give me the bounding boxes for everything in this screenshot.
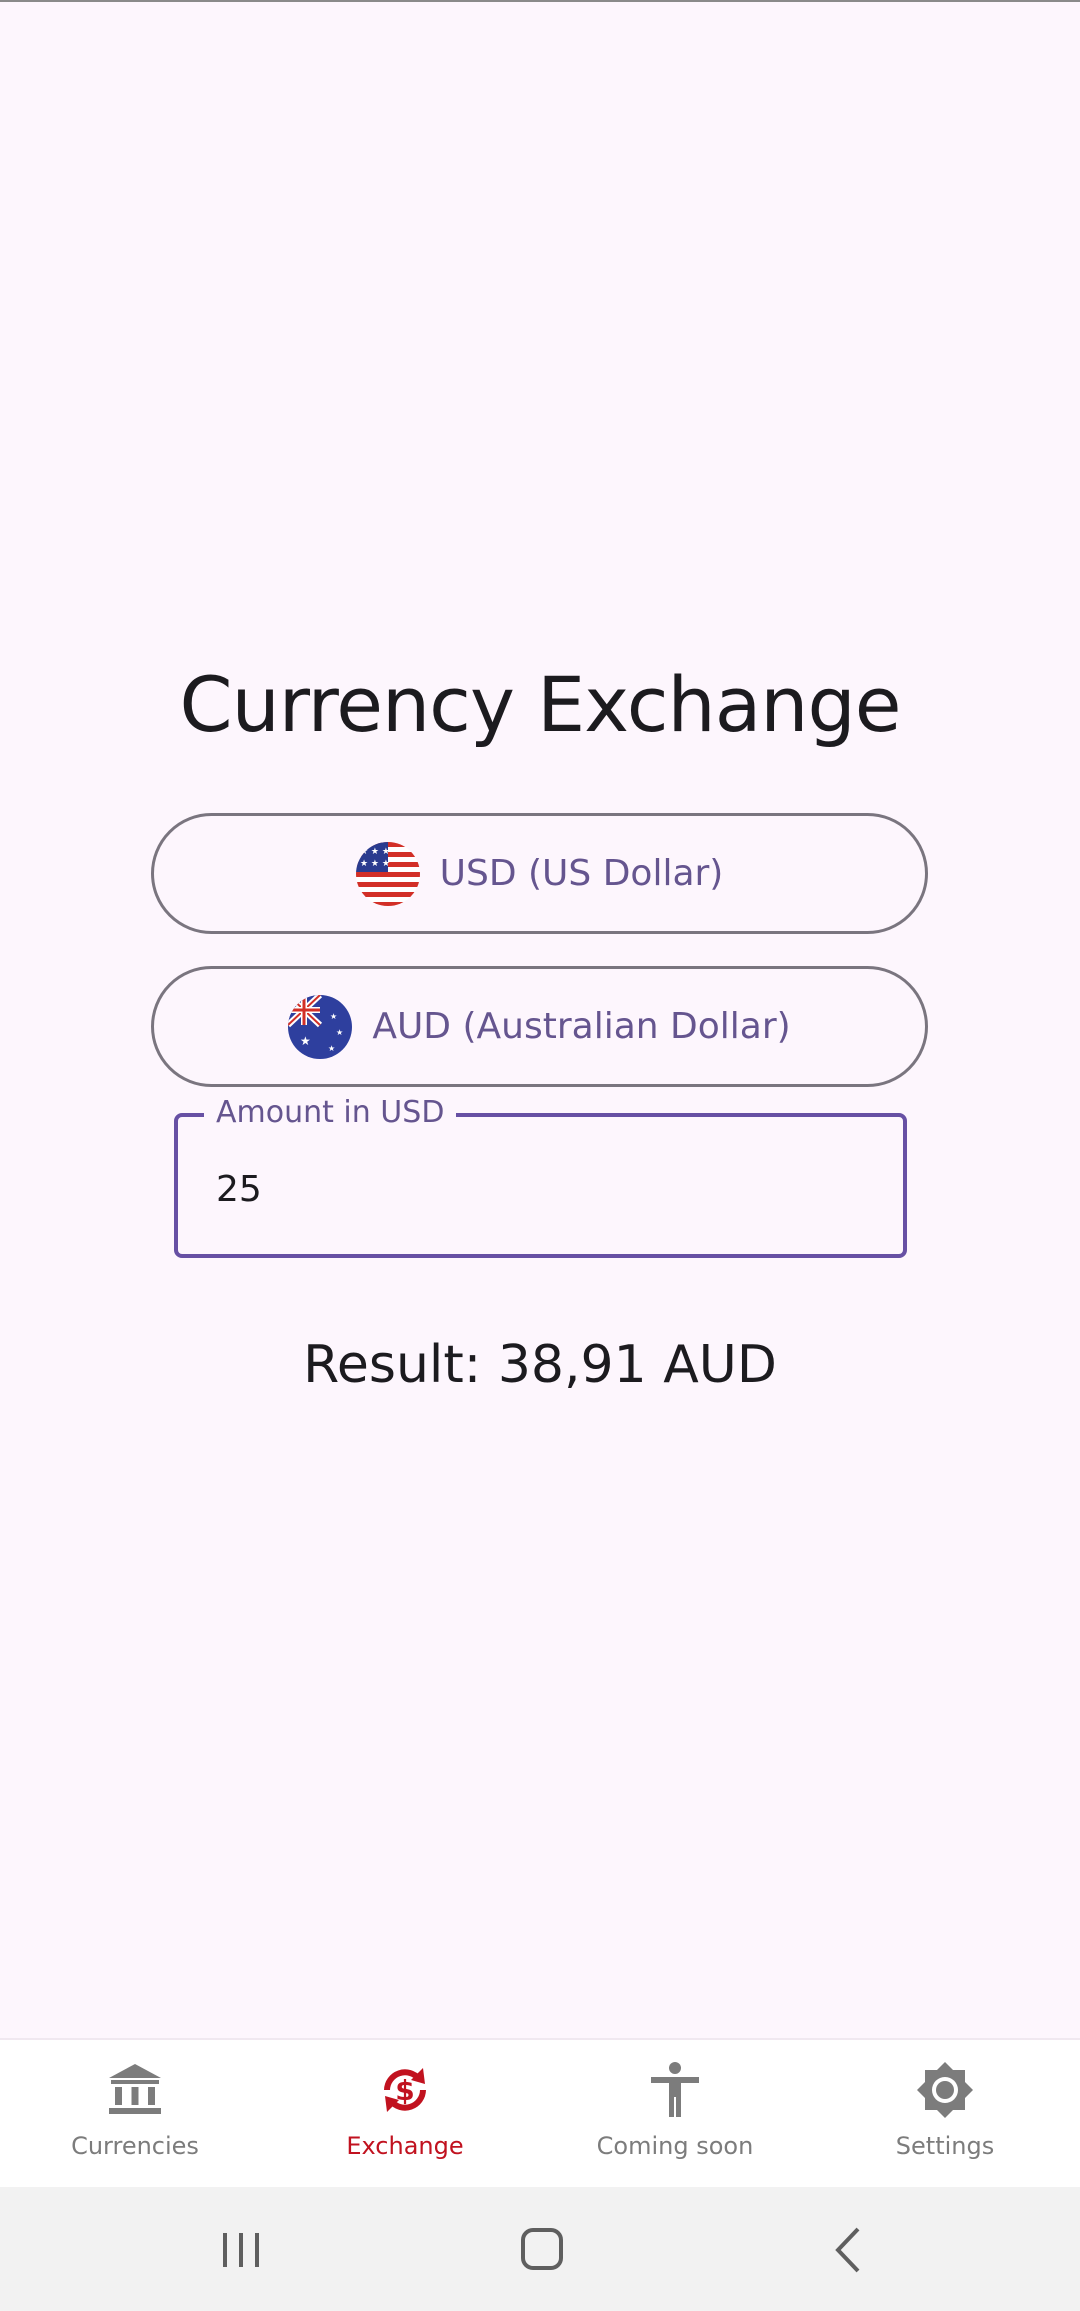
result-text: Result: 38,91 AUD: [303, 1335, 777, 1395]
nav-item-exchange[interactable]: $ Exchange: [270, 2040, 540, 2188]
accessibility-icon: [651, 2062, 699, 2117]
svg-text:$: $: [395, 2074, 414, 2107]
nav-item-currencies[interactable]: Currencies: [0, 2040, 270, 2188]
bank-icon: [109, 2064, 161, 2114]
svg-text:★: ★: [330, 1012, 337, 1021]
page-title: Currency Exchange: [179, 660, 902, 749]
to-currency-label: AUD (Australian Dollar): [372, 1006, 791, 1047]
amount-input[interactable]: Amount in USD 25: [174, 1091, 907, 1258]
from-currency-label: USD (US Dollar): [439, 853, 724, 894]
back-icon[interactable]: [818, 2225, 878, 2275]
svg-text:★: ★: [336, 1028, 343, 1037]
nav-label-coming-soon: Coming soon: [596, 2132, 754, 2160]
amount-input-value[interactable]: 25: [216, 1169, 262, 1210]
us-flag-icon: ★ ★ ★ ★ ★ ★: [355, 841, 420, 906]
nav-label-currencies: Currencies: [71, 2132, 199, 2160]
status-bar-divider: [0, 0, 1080, 2]
nav-label-exchange: Exchange: [346, 2132, 464, 2160]
to-currency-button[interactable]: ★ ★ ★ ★ AUD (Australian Dollar): [151, 966, 928, 1087]
svg-text:★: ★: [300, 1034, 311, 1048]
bottom-navigation: Currencies $ Exchange Coming soon Settin…: [0, 2038, 1080, 2188]
nav-label-settings: Settings: [895, 2132, 995, 2160]
svg-text:★: ★: [328, 1044, 335, 1053]
svg-text:★ ★ ★: ★ ★ ★: [360, 847, 390, 857]
home-icon[interactable]: [513, 2225, 573, 2275]
system-navigation-bar: [0, 2187, 1080, 2311]
nav-item-coming-soon[interactable]: Coming soon: [540, 2040, 810, 2188]
australia-flag-icon: ★ ★ ★ ★: [288, 994, 353, 1059]
nav-item-settings[interactable]: Settings: [810, 2040, 1080, 2188]
svg-text:★ ★ ★: ★ ★ ★: [360, 859, 390, 869]
currency-exchange-icon: $: [384, 2068, 426, 2112]
amount-input-label: Amount in USD: [204, 1091, 457, 1135]
from-currency-button[interactable]: ★ ★ ★ ★ ★ ★ USD (US Dollar): [151, 813, 928, 934]
recent-apps-icon[interactable]: [211, 2225, 271, 2275]
settings-icon: [917, 2062, 973, 2118]
